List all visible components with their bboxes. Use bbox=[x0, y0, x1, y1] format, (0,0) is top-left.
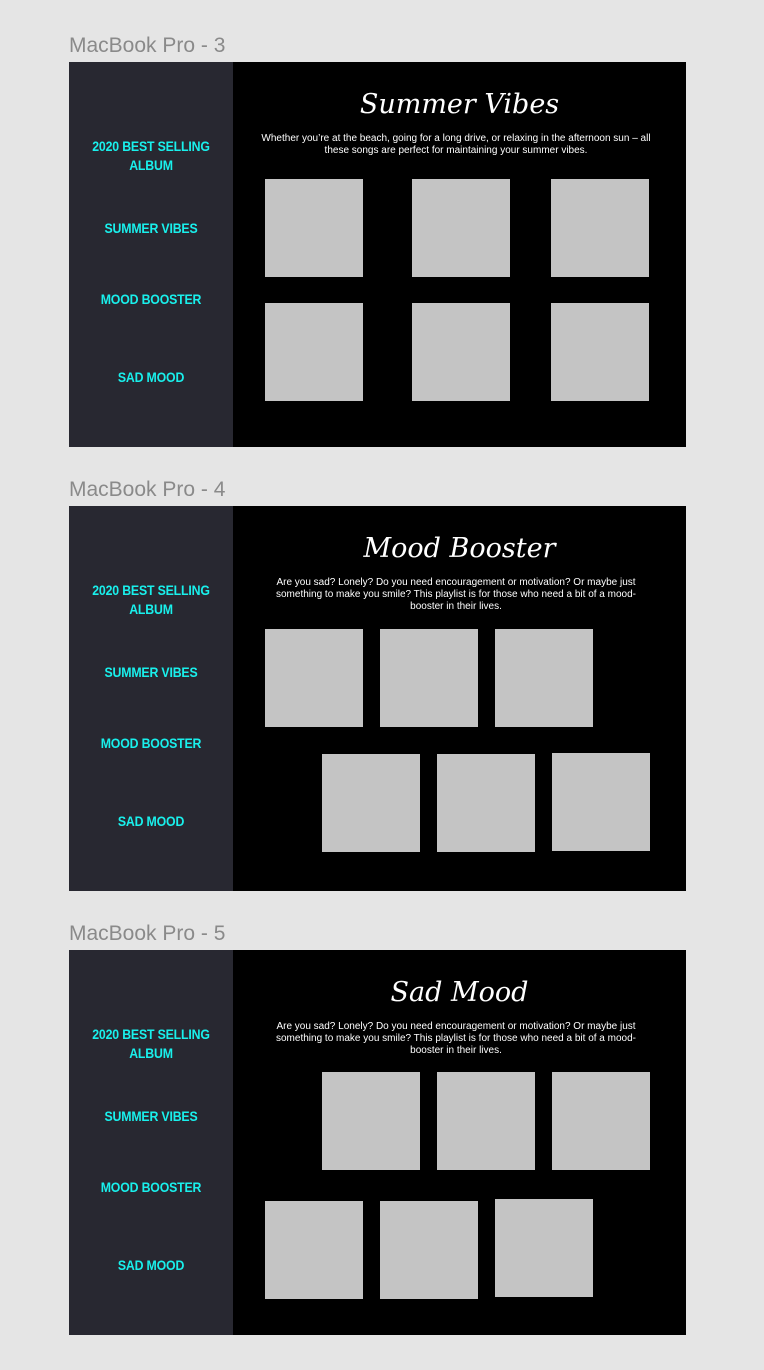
nav-item-best-selling-album[interactable]: 2020 BEST SELLING ALBUM bbox=[79, 581, 223, 619]
album-tile[interactable] bbox=[265, 303, 363, 401]
album-tile[interactable] bbox=[322, 754, 420, 852]
album-tile[interactable] bbox=[380, 1201, 478, 1299]
album-tile[interactable] bbox=[551, 303, 649, 401]
main-content: Sad Mood Are you sad? Lonely? Do you nee… bbox=[233, 950, 686, 1335]
page-description: Are you sad? Lonely? Do you need encoura… bbox=[276, 1021, 636, 1056]
nav-item-sad-mood[interactable]: SAD MOOD bbox=[79, 1256, 223, 1275]
nav-item-summer-vibes[interactable]: SUMMER VIBES bbox=[79, 663, 223, 682]
main-content: Summer Vibes Whether you’re at the beach… bbox=[233, 62, 686, 447]
page-title: Mood Booster bbox=[363, 533, 556, 564]
nav-item-summer-vibes[interactable]: SUMMER VIBES bbox=[79, 1107, 223, 1126]
page-description: Whether you’re at the beach, going for a… bbox=[261, 133, 651, 156]
main-content: Mood Booster Are you sad? Lonely? Do you… bbox=[233, 506, 686, 891]
nav-item-mood-booster[interactable]: MOOD BOOSTER bbox=[79, 1178, 223, 1197]
album-tile[interactable] bbox=[495, 629, 593, 727]
album-tile[interactable] bbox=[551, 179, 649, 277]
page-title: Sad Mood bbox=[390, 977, 529, 1008]
nav-item-mood-booster[interactable]: MOOD BOOSTER bbox=[79, 290, 223, 309]
album-tile[interactable] bbox=[265, 629, 363, 727]
nav-item-sad-mood[interactable]: SAD MOOD bbox=[79, 812, 223, 831]
frame-label: MacBook Pro - 4 bbox=[69, 478, 226, 501]
frame-label: MacBook Pro - 3 bbox=[69, 34, 226, 57]
frame-label: MacBook Pro - 5 bbox=[69, 922, 226, 945]
nav-item-sad-mood[interactable]: SAD MOOD bbox=[79, 368, 223, 387]
sidebar: 2020 BEST SELLING ALBUM SUMMER VIBES MOO… bbox=[69, 62, 233, 447]
nav-item-mood-booster[interactable]: MOOD BOOSTER bbox=[79, 734, 223, 753]
album-tile[interactable] bbox=[380, 629, 478, 727]
album-tile[interactable] bbox=[437, 1072, 535, 1170]
nav-item-best-selling-album[interactable]: 2020 BEST SELLING ALBUM bbox=[79, 1025, 223, 1063]
album-tile[interactable] bbox=[552, 753, 650, 851]
album-tile[interactable] bbox=[265, 1201, 363, 1299]
nav-item-summer-vibes[interactable]: SUMMER VIBES bbox=[79, 219, 223, 238]
album-tile[interactable] bbox=[552, 1072, 650, 1170]
sidebar: 2020 BEST SELLING ALBUM SUMMER VIBES MOO… bbox=[69, 506, 233, 891]
page-description: Are you sad? Lonely? Do you need encoura… bbox=[276, 577, 636, 612]
album-tile[interactable] bbox=[265, 179, 363, 277]
artboard-summer-vibes: 2020 BEST SELLING ALBUM SUMMER VIBES MOO… bbox=[69, 62, 686, 447]
sidebar: 2020 BEST SELLING ALBUM SUMMER VIBES MOO… bbox=[69, 950, 233, 1335]
page-title: Summer Vibes bbox=[359, 89, 560, 120]
album-tile[interactable] bbox=[322, 1072, 420, 1170]
artboard-mood-booster: 2020 BEST SELLING ALBUM SUMMER VIBES MOO… bbox=[69, 506, 686, 891]
album-tile[interactable] bbox=[412, 179, 510, 277]
album-tile[interactable] bbox=[412, 303, 510, 401]
album-tile[interactable] bbox=[437, 754, 535, 852]
album-tile[interactable] bbox=[495, 1199, 593, 1297]
artboard-sad-mood: 2020 BEST SELLING ALBUM SUMMER VIBES MOO… bbox=[69, 950, 686, 1335]
nav-item-best-selling-album[interactable]: 2020 BEST SELLING ALBUM bbox=[79, 137, 223, 175]
